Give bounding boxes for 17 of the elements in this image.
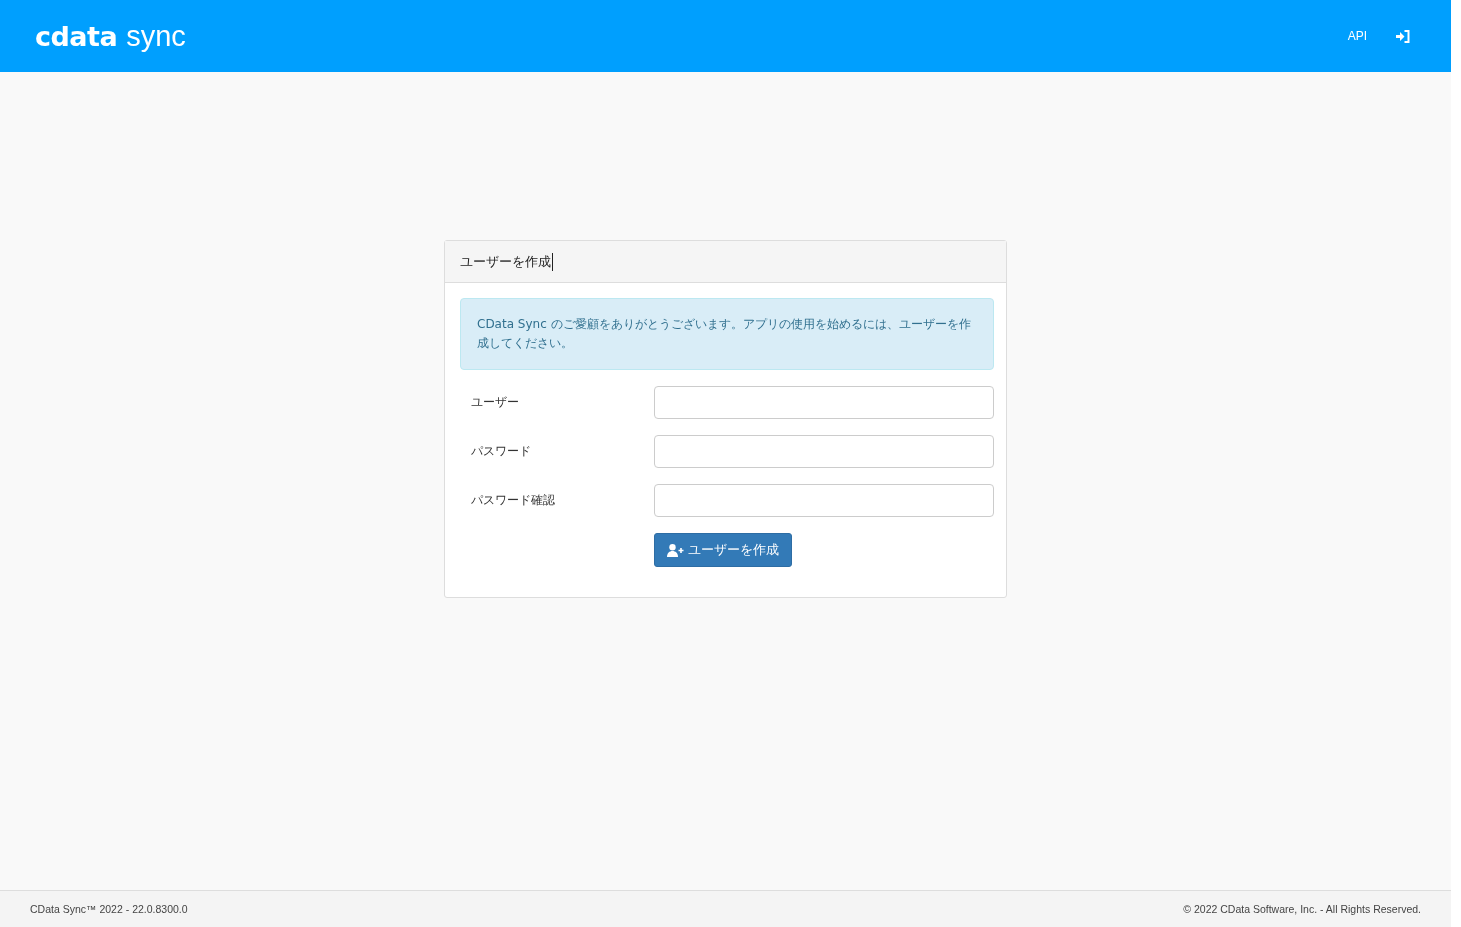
panel-title: ユーザーを作成 (460, 252, 553, 271)
version-text: CData Sync™ 2022 - 22.0.8300.0 (30, 903, 188, 915)
user-plus-icon (667, 543, 684, 557)
api-link[interactable]: API (1347, 29, 1367, 43)
field-label: パスワード (470, 443, 532, 460)
field-label: ユーザー (470, 394, 520, 411)
create-user-button[interactable]: ユーザーを作成 (654, 533, 792, 567)
input-field[interactable] (654, 435, 994, 468)
input-field[interactable] (654, 386, 994, 419)
logo-brand: cdata (35, 20, 118, 52)
logo-link[interactable]: cdata sync (35, 19, 186, 53)
info-alert: CData Sync のご愛顧をありがとうございます。アプリの使用を始めるには、ユーザーを作成してください。 (460, 298, 994, 370)
copyright-text: © 2022 CData Software, Inc. - All Rights Reserved. (1183, 903, 1421, 915)
input-field[interactable] (654, 484, 994, 517)
logo-product: sync (126, 19, 186, 53)
field-label: パスワード確認 (470, 492, 556, 509)
sign-in-icon[interactable] (1396, 29, 1410, 43)
